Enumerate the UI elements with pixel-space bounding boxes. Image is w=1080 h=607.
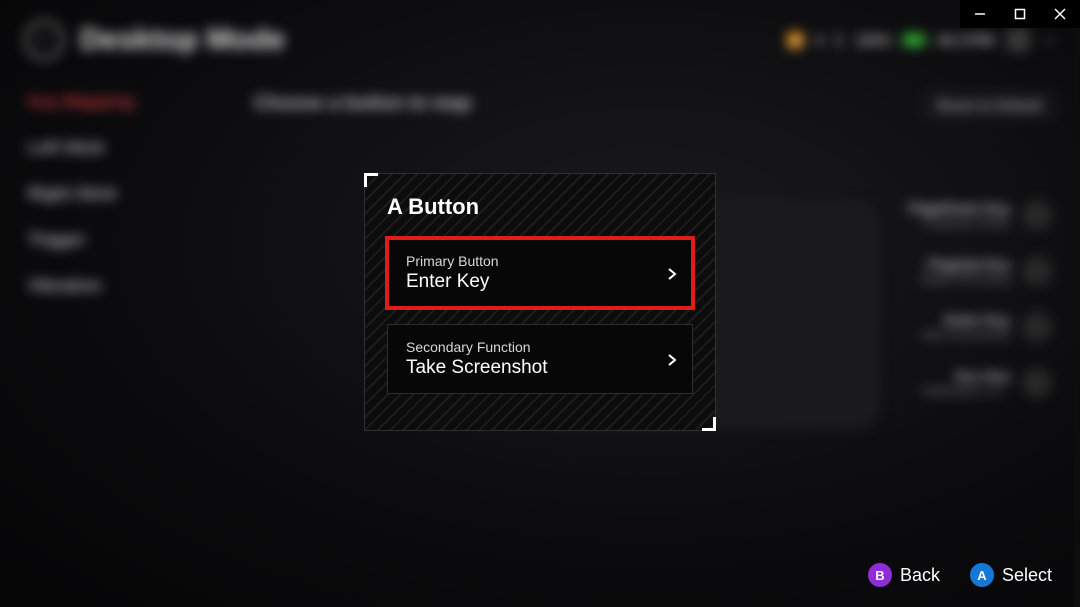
maximize-button[interactable] <box>1000 0 1040 28</box>
close-button[interactable] <box>1040 0 1080 28</box>
signal-icon: 📶 <box>787 32 804 49</box>
sidebar-item-key-mapping[interactable]: Key Mapping <box>28 92 194 112</box>
mapping-row: PageUp KeyBegin Recording <box>921 256 1052 286</box>
app-logo-icon: ◐ <box>24 20 64 60</box>
back-label: Back <box>900 565 940 586</box>
battery-icon <box>903 34 925 46</box>
minimize-button[interactable] <box>960 0 1000 28</box>
profile-icon <box>1006 28 1030 52</box>
sidebar: Key Mapping Left Stick Right Stick Trigg… <box>24 92 194 296</box>
modal-title: A Button <box>387 194 693 220</box>
mapping-row: PageDown KeyProjection Mode <box>909 200 1052 230</box>
clock-text: 06:17PM <box>937 32 994 48</box>
close-icon <box>1054 8 1066 20</box>
card-value: Take Screenshot <box>406 357 646 379</box>
mapping-row: Enter KeyTake Screenshot <box>921 312 1052 342</box>
button-icon <box>1022 200 1052 230</box>
button-icon <box>1022 256 1052 286</box>
chevron-right-icon <box>666 267 678 279</box>
sidebar-item-left-stick[interactable]: Left Stick <box>28 138 194 158</box>
button-icon <box>1022 368 1052 398</box>
maximize-icon <box>1014 8 1026 20</box>
reset-button[interactable]: Reset to Default <box>923 92 1056 118</box>
scrollbar[interactable] <box>1074 28 1080 607</box>
sidebar-item-trigger[interactable]: Trigger <box>28 230 194 250</box>
chevron-right-icon <box>666 353 678 365</box>
a-button-icon: A <box>970 563 994 587</box>
primary-button-card[interactable]: Primary Button Enter Key <box>387 238 693 308</box>
window-titlebar <box>960 0 1080 28</box>
corner-decor-icon <box>702 417 716 431</box>
b-button-icon: B <box>868 563 892 587</box>
right-mapping-panel: PageDown KeyProjection Mode PageUp KeyBe… <box>909 200 1052 398</box>
footer-hints: B Back A Select <box>868 563 1052 587</box>
card-label: Primary Button <box>406 253 646 269</box>
button-mapping-modal: A Button Primary Button Enter Key Second… <box>364 173 716 431</box>
corner-decor-icon <box>364 173 378 187</box>
battery-pct: 100% <box>855 32 891 48</box>
button-icon <box>1022 312 1052 342</box>
wifi-icon: ▾ <box>816 32 823 49</box>
secondary-function-card[interactable]: Secondary Function Take Screenshot <box>387 324 693 394</box>
bluetooth-icon: ᛒ <box>835 32 843 48</box>
sidebar-item-vibration[interactable]: Vibration <box>28 276 194 296</box>
app-root: ◐ Desktop Mode 📶 ▾ ᛒ 100% 06:17PM ⋯ Key … <box>0 0 1080 607</box>
status-bar: 📶 ▾ ᛒ 100% 06:17PM ⋯ <box>787 28 1057 52</box>
back-hint: B Back <box>868 563 940 587</box>
page-title: Desktop Mode <box>80 23 285 57</box>
header: ◐ Desktop Mode 📶 ▾ ᛒ 100% 06:17PM ⋯ <box>24 20 1056 60</box>
select-label: Select <box>1002 565 1052 586</box>
mapping-row: Esc KeyNotification Ce... <box>922 368 1052 398</box>
card-value: Enter Key <box>406 271 646 293</box>
sidebar-item-right-stick[interactable]: Right Stick <box>28 184 194 204</box>
instruction-text: Choose a button to map <box>254 93 471 115</box>
minimize-icon <box>974 8 986 20</box>
menu-icon: ⋯ <box>1042 32 1056 49</box>
select-hint: A Select <box>970 563 1052 587</box>
card-label: Secondary Function <box>406 339 646 355</box>
